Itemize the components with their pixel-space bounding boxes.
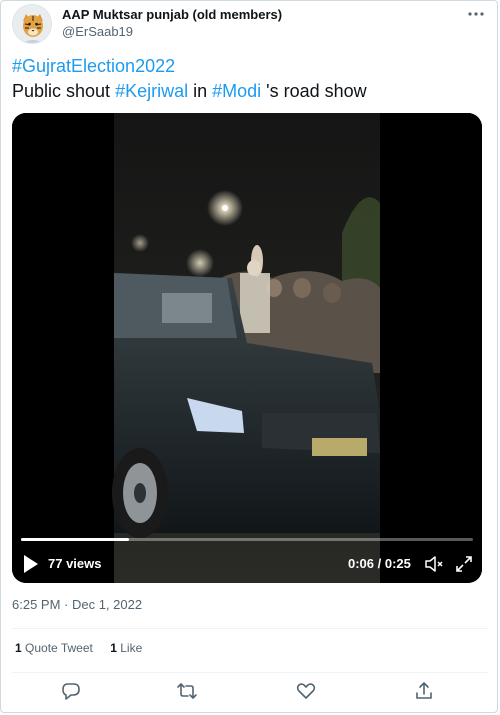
- volume-muted-icon[interactable]: [424, 554, 444, 574]
- tweet-text-segment: 's road show: [261, 81, 367, 101]
- tweet-timestamp[interactable]: 6:25 PM · Dec 1, 2022: [12, 597, 142, 612]
- like-count: 1: [110, 641, 117, 655]
- video-progress-bar[interactable]: [21, 538, 473, 541]
- tweet-header: AAP Muktsar punjab (old members) @ErSaab…: [12, 4, 488, 44]
- like-stat[interactable]: 1 Like: [110, 641, 142, 655]
- hashtag-link[interactable]: #GujratElection2022: [12, 56, 175, 76]
- hashtag-link[interactable]: #Modi: [212, 81, 261, 101]
- author-name[interactable]: AAP Muktsar punjab (old members): [62, 7, 282, 22]
- video-controls: 77 views 0:06 / 0:25: [12, 546, 482, 582]
- divider: [12, 628, 488, 629]
- tweet-text-line-1: #GujratElection2022: [12, 54, 488, 79]
- tweet-text: #GujratElection2022 Public shout #Kejriw…: [12, 54, 488, 104]
- reply-icon[interactable]: [60, 680, 82, 702]
- tweet-actions: [0, 678, 500, 704]
- tweet-text-segment: Public shout: [12, 81, 116, 101]
- more-options-icon[interactable]: [464, 4, 488, 26]
- divider: [12, 672, 488, 673]
- view-count: 77 views: [48, 556, 102, 571]
- play-icon[interactable]: [22, 554, 40, 574]
- video-time: 0:06 / 0:25: [348, 556, 411, 571]
- quote-count: 1: [15, 641, 22, 655]
- share-icon[interactable]: [413, 680, 435, 702]
- tweet-stats: 1 Quote Tweet 1 Like: [15, 641, 156, 655]
- tweet-text-segment: in: [188, 81, 213, 101]
- hashtag-link[interactable]: #Kejriwal: [115, 81, 188, 101]
- like-icon[interactable]: [295, 680, 317, 702]
- video-frame: [12, 113, 482, 583]
- video-progress-fill: [21, 538, 130, 541]
- quote-label: Quote Tweet: [25, 641, 93, 655]
- like-label: Like: [120, 641, 143, 655]
- tiger-avatar-icon[interactable]: [12, 4, 52, 44]
- fullscreen-icon[interactable]: [454, 554, 474, 574]
- retweet-icon[interactable]: [176, 680, 198, 702]
- author-handle[interactable]: @ErSaab19: [62, 24, 133, 39]
- quote-tweet-stat[interactable]: 1 Quote Tweet: [15, 641, 93, 655]
- tweet-text-line-2: Public shout #Kejriwal in #Modi 's road …: [12, 79, 488, 104]
- video-player[interactable]: 77 views 0:06 / 0:25: [12, 113, 482, 583]
